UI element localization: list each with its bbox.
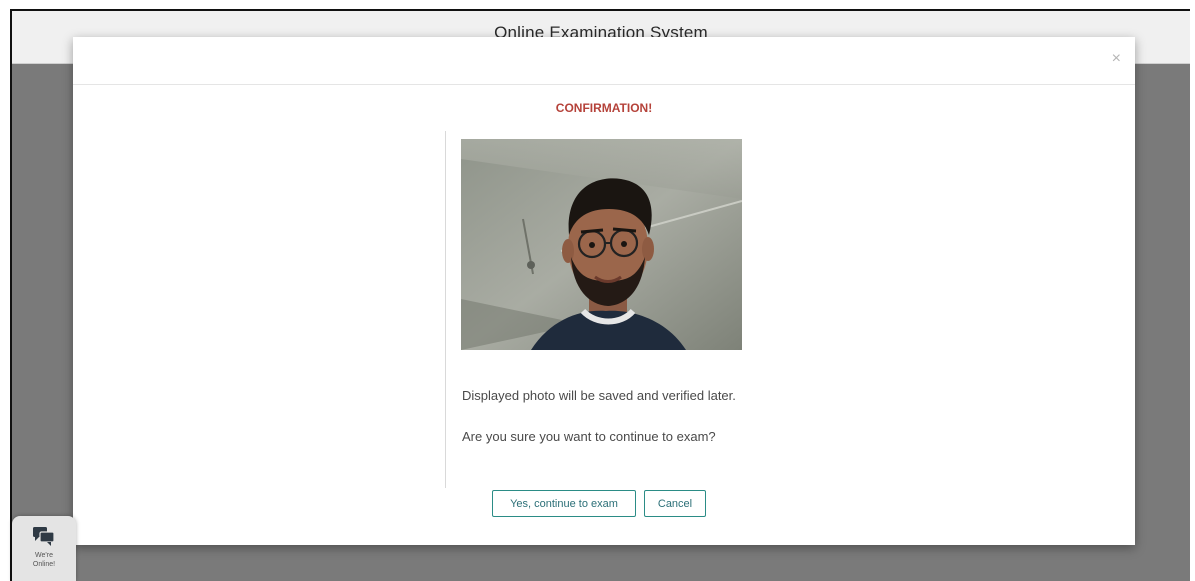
screen: Online Examination System × CONFIRMATION… — [0, 0, 1195, 581]
confirmation-heading: CONFIRMATION! — [555, 101, 653, 115]
photo-illustration — [461, 139, 742, 350]
chat-bubbles-icon — [32, 526, 56, 551]
continue-to-exam-button[interactable]: Yes, continue to exam — [492, 490, 636, 517]
cancel-button[interactable]: Cancel — [644, 490, 706, 517]
close-icon[interactable]: × — [1112, 51, 1121, 67]
confirmation-modal: × CONFIRMATION! Displayed photo will be … — [73, 37, 1135, 545]
continue-question: Are you sure you want to continue to exa… — [462, 429, 716, 444]
content-divider — [445, 131, 446, 488]
chat-status-line1: We're — [35, 552, 53, 559]
webcam-photo — [461, 139, 742, 350]
chat-widget[interactable]: We're Online! — [12, 516, 76, 581]
chat-status-line2: Online! — [32, 561, 56, 568]
modal-header: × — [73, 37, 1135, 85]
photo-saved-message: Displayed photo will be saved and verifi… — [462, 388, 736, 403]
chat-status-label: We're Online! — [12, 551, 76, 569]
